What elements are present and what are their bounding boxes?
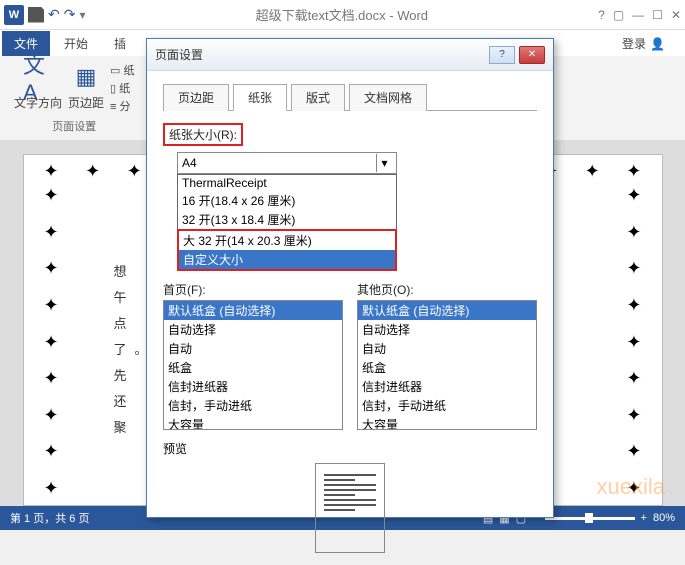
paper-size-dropdown: ThermalReceipt 16 开(18.4 x 26 厘米) 32 开(1… xyxy=(177,174,397,230)
margins-icon: ▦ xyxy=(71,62,101,92)
redo-icon[interactable]: ↷ xyxy=(64,6,76,23)
tray-option[interactable]: 信封，手动进纸 xyxy=(358,396,536,415)
maximize-icon[interactable]: ☐ xyxy=(652,8,663,22)
text-direction-button[interactable]: 文A 文字方向 xyxy=(14,62,62,111)
first-page-label: 首页(F): xyxy=(163,281,343,298)
dialog-help-button[interactable]: ? xyxy=(489,46,515,64)
word-app-icon: W xyxy=(4,5,24,25)
other-pages-tray-list[interactable]: 默认纸盒 (自动选择) 自动选择 自动 纸盒 信封进纸器 信封，手动进纸 大容量… xyxy=(357,300,537,430)
margins-button[interactable]: ▦ 页边距 xyxy=(68,62,104,111)
tray-option[interactable]: 自动 xyxy=(164,339,342,358)
preview-thumbnail xyxy=(315,463,385,553)
tray-option[interactable]: 自动选择 xyxy=(358,320,536,339)
paper-size-value: A4 xyxy=(182,156,197,170)
dialog-title: 页面设置 xyxy=(155,46,203,63)
tray-option[interactable]: 信封，手动进纸 xyxy=(164,396,342,415)
close-icon[interactable]: ✕ xyxy=(671,8,681,22)
login-link[interactable]: 登录 👤 xyxy=(610,31,677,56)
tray-option[interactable]: 默认纸盒 (自动选择) xyxy=(164,301,342,320)
window-title: 超级下载text文档.docx - Word xyxy=(86,5,599,24)
paper-options-highlighted: 大 32 开(14 x 20.3 厘米) 自定义大小 xyxy=(177,229,397,271)
paper-option[interactable]: 32 开(13 x 18.4 厘米) xyxy=(178,210,396,229)
paper-orientation-button[interactable]: ▭ 纸 xyxy=(110,62,134,78)
minimize-icon[interactable]: — xyxy=(632,8,644,22)
first-page-tray-list[interactable]: 默认纸盒 (自动选择) 自动选择 自动 纸盒 信封进纸器 信封，手动进纸 大容量… xyxy=(163,300,343,430)
dialog-tabs: 页边距 纸张 版式 文档网格 xyxy=(163,83,537,111)
help-icon[interactable]: ? xyxy=(598,8,605,22)
tray-option[interactable]: 信封进纸器 xyxy=(358,377,536,396)
paper-size-button[interactable]: ▯ 纸 xyxy=(110,80,134,96)
title-bar: W ↶ ↷ ▾ 超级下载text文档.docx - Word ? ▢ — ☐ ✕ xyxy=(0,0,685,30)
chevron-down-icon[interactable]: ▾ xyxy=(376,154,392,172)
zoom-slider[interactable] xyxy=(545,517,635,520)
tray-option[interactable]: 自动 xyxy=(358,339,536,358)
dialog-close-button[interactable]: ✕ xyxy=(519,46,545,64)
dlg-tab-margins[interactable]: 页边距 xyxy=(163,84,229,111)
tab-home[interactable]: 开始 xyxy=(52,31,100,56)
tray-option[interactable]: 信封进纸器 xyxy=(164,377,342,396)
group-page-setup-label: 页面设置 xyxy=(52,118,96,134)
paper-option[interactable]: 大 32 开(14 x 20.3 厘米) xyxy=(179,231,395,250)
tray-option[interactable]: 自动选择 xyxy=(164,320,342,339)
preview-label: 预览 xyxy=(163,440,537,457)
tray-option[interactable]: 大容量 xyxy=(164,415,342,430)
paper-size-label: 纸张大小(R): xyxy=(163,123,243,146)
paper-option-selected[interactable]: 自定义大小 xyxy=(179,250,395,269)
user-icon: 👤 xyxy=(650,37,665,51)
dlg-tab-layout[interactable]: 版式 xyxy=(291,84,345,111)
dlg-tab-grid[interactable]: 文档网格 xyxy=(349,84,427,111)
page-count[interactable]: 第 1 页，共 6 页 xyxy=(10,510,89,526)
tray-option[interactable]: 大容量 xyxy=(358,415,536,430)
paper-size-combo[interactable]: A4 ▾ xyxy=(177,152,397,174)
tab-insert[interactable]: 插 xyxy=(102,31,138,56)
zoom-level[interactable]: 80% xyxy=(653,512,675,524)
tray-option[interactable]: 默认纸盒 (自动选择) xyxy=(358,301,536,320)
text-direction-icon: 文A xyxy=(23,62,53,92)
paper-option[interactable]: ThermalReceipt xyxy=(178,175,396,191)
dlg-tab-paper[interactable]: 纸张 xyxy=(233,84,287,111)
page-setup-dialog: 页面设置 ? ✕ 页边距 纸张 版式 文档网格 纸张大小(R): A4 ▾ xyxy=(146,38,554,518)
paper-option[interactable]: 16 开(18.4 x 26 厘米) xyxy=(178,191,396,210)
tray-option[interactable]: 纸盒 xyxy=(164,358,342,377)
ribbon-collapse-icon[interactable]: ▢ xyxy=(613,8,624,22)
undo-icon[interactable]: ↶ xyxy=(48,6,60,23)
tray-option[interactable]: 纸盒 xyxy=(358,358,536,377)
columns-button[interactable]: ≡ 分 xyxy=(110,98,134,114)
save-icon[interactable] xyxy=(28,7,44,23)
dialog-titlebar[interactable]: 页面设置 ? ✕ xyxy=(147,39,553,71)
zoom-in-icon[interactable]: + xyxy=(641,512,647,524)
other-pages-label: 其他页(O): xyxy=(357,281,537,298)
